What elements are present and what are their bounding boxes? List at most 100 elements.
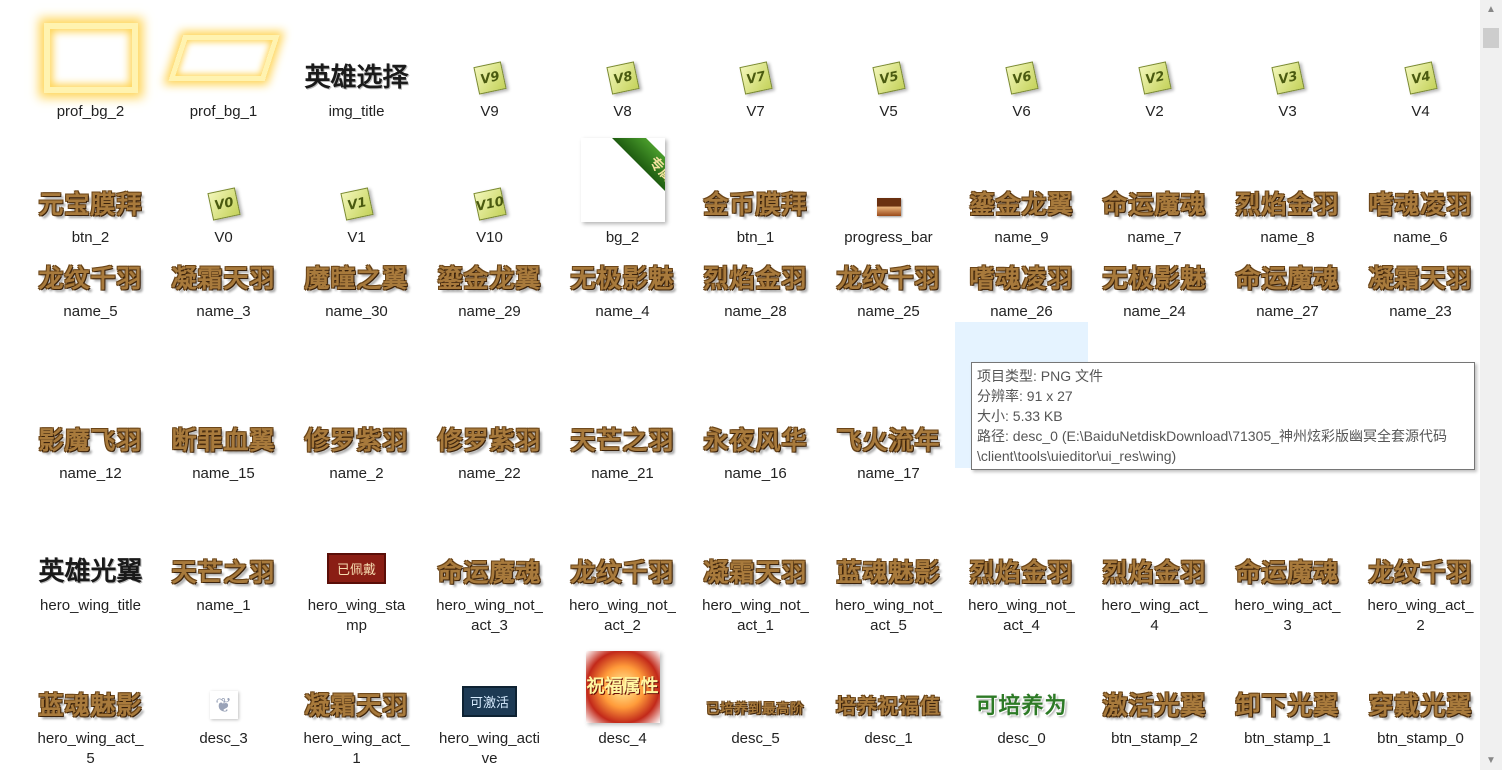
file-name-label: name_2 bbox=[329, 465, 384, 482]
file-item[interactable]: 修罗紫羽 name_2 bbox=[290, 322, 423, 484]
file-thumbnail: 培养祝福值 bbox=[834, 645, 943, 723]
file-item[interactable]: 培养祝福值 desc_1 bbox=[822, 645, 955, 749]
file-item[interactable]: 命运魔魂 name_7 bbox=[1088, 128, 1221, 248]
file-item[interactable]: 英雄选择 img_title bbox=[290, 6, 423, 122]
file-item[interactable]: prof_bg_2 bbox=[24, 6, 157, 122]
file-item[interactable]: 卸下光翼 btn_stamp_1 bbox=[1221, 645, 1354, 749]
title-art-image: 蓝魂魅影 bbox=[836, 558, 941, 587]
vip-badge-image: V9 bbox=[472, 61, 507, 95]
file-thumbnail: 天芒之羽 bbox=[568, 322, 676, 458]
file-item[interactable]: V4 V4 bbox=[1354, 6, 1487, 122]
file-item[interactable]: V9 V9 bbox=[423, 6, 556, 122]
file-item[interactable]: 飞火流年 name_17 bbox=[822, 322, 955, 484]
file-name-label: name_28 bbox=[724, 303, 787, 320]
scrollbar-thumb[interactable] bbox=[1483, 28, 1499, 48]
file-item[interactable]: 烈焰金羽 name_28 bbox=[689, 258, 822, 322]
file-item[interactable]: V3 V3 bbox=[1221, 6, 1354, 122]
file-item[interactable]: 断罪血翼 name_15 bbox=[157, 322, 290, 484]
file-name-label: V1 bbox=[347, 229, 366, 246]
file-item[interactable]: 龙纹千羽 name_5 bbox=[24, 258, 157, 322]
file-item[interactable]: 可激活 hero_wing_active bbox=[423, 645, 556, 769]
file-item[interactable]: 命运魔魂 hero_wing_not_act_3 bbox=[423, 546, 556, 636]
file-item[interactable]: 元宝膜拜 btn_2 bbox=[24, 128, 157, 248]
file-item[interactable]: 无极影魅 name_4 bbox=[556, 258, 689, 322]
file-name-label: name_1 bbox=[196, 597, 251, 614]
title-art-image: 凝霜天羽 bbox=[171, 264, 276, 293]
file-item[interactable]: 凝霜天羽 name_3 bbox=[157, 258, 290, 322]
file-item[interactable]: ❦ desc_3 bbox=[157, 645, 290, 749]
title-art-image: 断罪血翼 bbox=[171, 426, 276, 455]
file-item[interactable]: V2 V2 bbox=[1088, 6, 1221, 122]
file-item[interactable]: 凝霜天羽 name_23 bbox=[1354, 258, 1487, 322]
file-item[interactable]: 命运魔魂 name_27 bbox=[1221, 258, 1354, 322]
file-item[interactable]: 龙纹千羽 hero_wing_not_act_2 bbox=[556, 546, 689, 636]
scroll-up-icon[interactable]: ▲ bbox=[1480, 4, 1502, 15]
file-item[interactable]: 烈焰金羽 hero_wing_not_act_4 bbox=[955, 546, 1088, 636]
file-item[interactable]: V1 V1 bbox=[290, 128, 423, 248]
file-thumbnail: 修罗紫羽 bbox=[302, 322, 410, 458]
file-item[interactable]: 已佩戴 hero_wing_stamp bbox=[290, 546, 423, 636]
file-item[interactable]: 龙纹千羽 name_25 bbox=[822, 258, 955, 322]
file-name-label: prof_bg_2 bbox=[56, 103, 125, 120]
file-name-label: hero_wing_title bbox=[40, 597, 141, 614]
file-item[interactable]: 魔瞳之翼 name_30 bbox=[290, 258, 423, 322]
file-item[interactable]: V10 V10 bbox=[423, 128, 556, 248]
file-item[interactable]: progress_bar bbox=[822, 128, 955, 248]
vip-badge-image: V4 bbox=[1403, 61, 1438, 95]
file-item[interactable]: V0 V0 bbox=[157, 128, 290, 248]
title-art-image: 蓝魂魅影 bbox=[38, 691, 143, 720]
title-art-image: 金币膜拜 bbox=[703, 190, 808, 219]
file-thumbnail: 命运魔魂 bbox=[1100, 128, 1208, 222]
file-item[interactable]: 凝霜天羽 hero_wing_not_act_1 bbox=[689, 546, 822, 636]
file-item[interactable]: V5 V5 bbox=[822, 6, 955, 122]
file-name-label: hero_wing_act_4 bbox=[1101, 597, 1208, 634]
file-item[interactable]: 金币膜拜 btn_1 bbox=[689, 128, 822, 248]
file-name-label: V2 bbox=[1145, 103, 1164, 120]
file-name-label: V4 bbox=[1411, 103, 1430, 120]
title-art-image: 天芒之羽 bbox=[570, 426, 675, 455]
file-item[interactable]: 专属 bg_2 bbox=[556, 128, 689, 248]
file-thumbnail: 烈焰金羽 bbox=[701, 258, 809, 296]
file-item[interactable]: 命运魔魂 hero_wing_act_3 bbox=[1221, 546, 1354, 636]
file-item[interactable]: 修罗紫羽 name_22 bbox=[423, 322, 556, 484]
file-name-label: name_17 bbox=[857, 465, 920, 482]
file-item[interactable]: V7 V7 bbox=[689, 6, 822, 122]
file-item[interactable]: 英雄光翼 hero_wing_title bbox=[24, 546, 157, 616]
file-info-tooltip: 项目类型: PNG 文件 分辨率: 91 x 27 大小: 5.33 KB 路径… bbox=[971, 362, 1475, 470]
file-item[interactable]: 可培养为 desc_0 bbox=[955, 645, 1088, 749]
file-item[interactable]: 激活光翼 btn_stamp_2 bbox=[1088, 645, 1221, 749]
file-item[interactable]: 影魔飞羽 name_12 bbox=[24, 322, 157, 484]
file-item[interactable]: 嗜魂凌羽 name_6 bbox=[1354, 128, 1487, 248]
file-item[interactable]: 嗜魂凌羽 name_26 bbox=[955, 258, 1088, 322]
title-art-image: 命运魔魂 bbox=[1102, 190, 1207, 219]
stamp-image: 已佩戴 bbox=[326, 553, 386, 584]
file-thumbnail: 无极影魅 bbox=[568, 258, 676, 296]
file-item[interactable]: 祝福属性 desc_4 bbox=[556, 645, 689, 749]
file-item[interactable]: 已培养到最高阶 desc_5 bbox=[689, 645, 822, 749]
file-item[interactable]: 凝霜天羽 hero_wing_act_1 bbox=[290, 645, 423, 769]
file-item[interactable]: 天芒之羽 name_1 bbox=[157, 546, 290, 616]
file-item[interactable]: 鎏金龙翼 name_29 bbox=[423, 258, 556, 322]
file-item[interactable]: 蓝魂魅影 hero_wing_not_act_5 bbox=[822, 546, 955, 636]
file-item[interactable]: V6 V6 bbox=[955, 6, 1088, 122]
file-item[interactable]: prof_bg_1 bbox=[157, 6, 290, 122]
file-item[interactable]: 鎏金龙翼 name_9 bbox=[955, 128, 1088, 248]
file-item[interactable]: 蓝魂魅影 hero_wing_act_5 bbox=[24, 645, 157, 769]
file-item[interactable]: 烈焰金羽 name_8 bbox=[1221, 128, 1354, 248]
vertical-scrollbar[interactable]: ▲ ▼ bbox=[1480, 0, 1502, 770]
file-item[interactable]: 天芒之羽 name_21 bbox=[556, 322, 689, 484]
file-item[interactable]: 穿戴光翼 btn_stamp_0 bbox=[1354, 645, 1487, 749]
file-thumbnail: 已佩戴 bbox=[326, 546, 386, 590]
file-item[interactable]: 烈焰金羽 hero_wing_act_4 bbox=[1088, 546, 1221, 636]
file-name-label: hero_wing_act_5 bbox=[37, 730, 144, 767]
file-item[interactable]: V8 V8 bbox=[556, 6, 689, 122]
file-item[interactable]: 龙纹千羽 hero_wing_act_2 bbox=[1354, 546, 1487, 636]
scroll-down-icon[interactable]: ▼ bbox=[1480, 755, 1502, 766]
file-thumbnail: 无极影魅 bbox=[1100, 258, 1208, 296]
file-item[interactable]: 永夜风华 name_16 bbox=[689, 322, 822, 484]
file-item[interactable]: 无极影魅 name_24 bbox=[1088, 258, 1221, 322]
tooltip-path: 路径: desc_0 (E:\BaiduNetdiskDownload\7130… bbox=[977, 428, 1447, 464]
file-thumbnail: V8 bbox=[605, 6, 640, 96]
title-art-image: 龙纹千羽 bbox=[38, 264, 143, 293]
file-name-label: hero_wing_not_act_5 bbox=[835, 597, 942, 634]
